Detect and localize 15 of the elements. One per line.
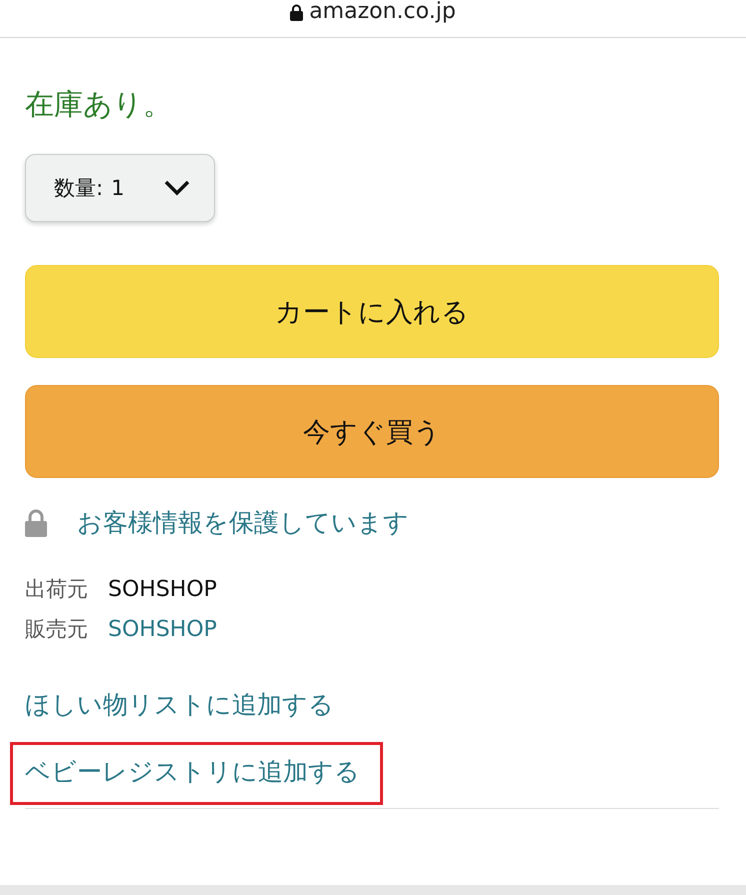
- privacy-link[interactable]: お客様情報を保護しています: [77, 506, 409, 539]
- stock-status: 在庫あり。: [25, 86, 173, 123]
- lock-icon: [290, 4, 304, 21]
- buy-now-button[interactable]: 今すぐ買う: [25, 385, 719, 478]
- seller-label: 販売元: [25, 616, 88, 643]
- chevron-down-icon: [164, 180, 190, 196]
- quantity-dropdown[interactable]: 数量: 1: [25, 154, 215, 222]
- shipper-name: SOHSHOP: [108, 576, 218, 602]
- lock-icon: [25, 508, 47, 536]
- seller-label: 出荷元: [25, 576, 88, 603]
- address-url[interactable]: amazon.co.jp: [309, 0, 456, 24]
- add-to-list-link[interactable]: ベビーレジストリに追加する: [10, 742, 383, 805]
- seller-link[interactable]: SOHSHOP: [108, 616, 217, 642]
- add-to-cart-button[interactable]: カートに入れる: [25, 265, 719, 358]
- add-to-list-link[interactable]: ほしい物リストに追加する: [25, 688, 334, 721]
